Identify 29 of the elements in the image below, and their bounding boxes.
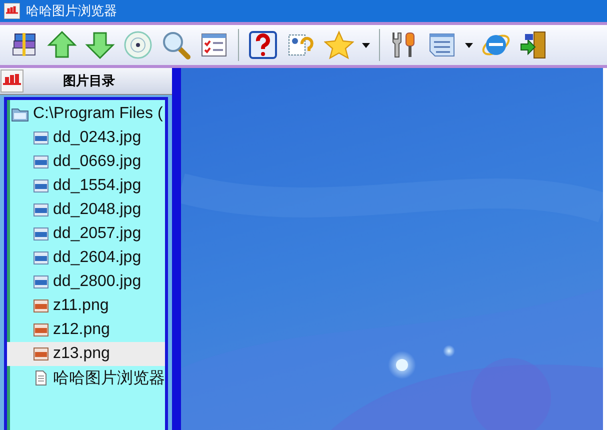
image-file-icon [33,346,49,362]
app-icon [4,3,20,19]
tree-item[interactable]: dd_1554.jpg [53,177,142,195]
tree-item[interactable]: z12.png [53,321,110,339]
tree-item[interactable]: 哈哈图片浏览器 [53,368,165,388]
app-logo-icon [0,69,24,93]
tree-item[interactable]: dd_2048.jpg [53,201,142,219]
folder-icon [11,106,29,122]
tree-item[interactable]: dd_2604.jpg [53,249,142,267]
tree-item[interactable]: C:\Program Files ( [33,105,163,123]
tree-item[interactable]: z11.png [53,297,109,315]
tree-item[interactable]: dd_2057.jpg [53,225,142,243]
image-file-icon [33,202,49,218]
star-icon[interactable] [323,28,355,62]
image-file-icon [33,298,49,314]
help-icon[interactable] [247,28,279,62]
tree-item[interactable]: dd_2800.jpg [53,273,142,291]
image-file-icon [33,322,49,338]
image-file-icon [33,178,49,194]
image-file-icon [33,154,49,170]
image-file-icon [33,130,49,146]
panel-title: 图片目录 [62,73,116,90]
tree-item[interactable]: dd_0243.jpg [53,129,142,147]
image-file-icon [33,226,49,242]
tree-item[interactable]: dd_0669.jpg [53,153,142,171]
document-icon [33,370,49,386]
window-title: 哈哈图片浏览器 [26,3,117,20]
image-file-icon [33,250,49,266]
image-file-icon [33,274,49,290]
